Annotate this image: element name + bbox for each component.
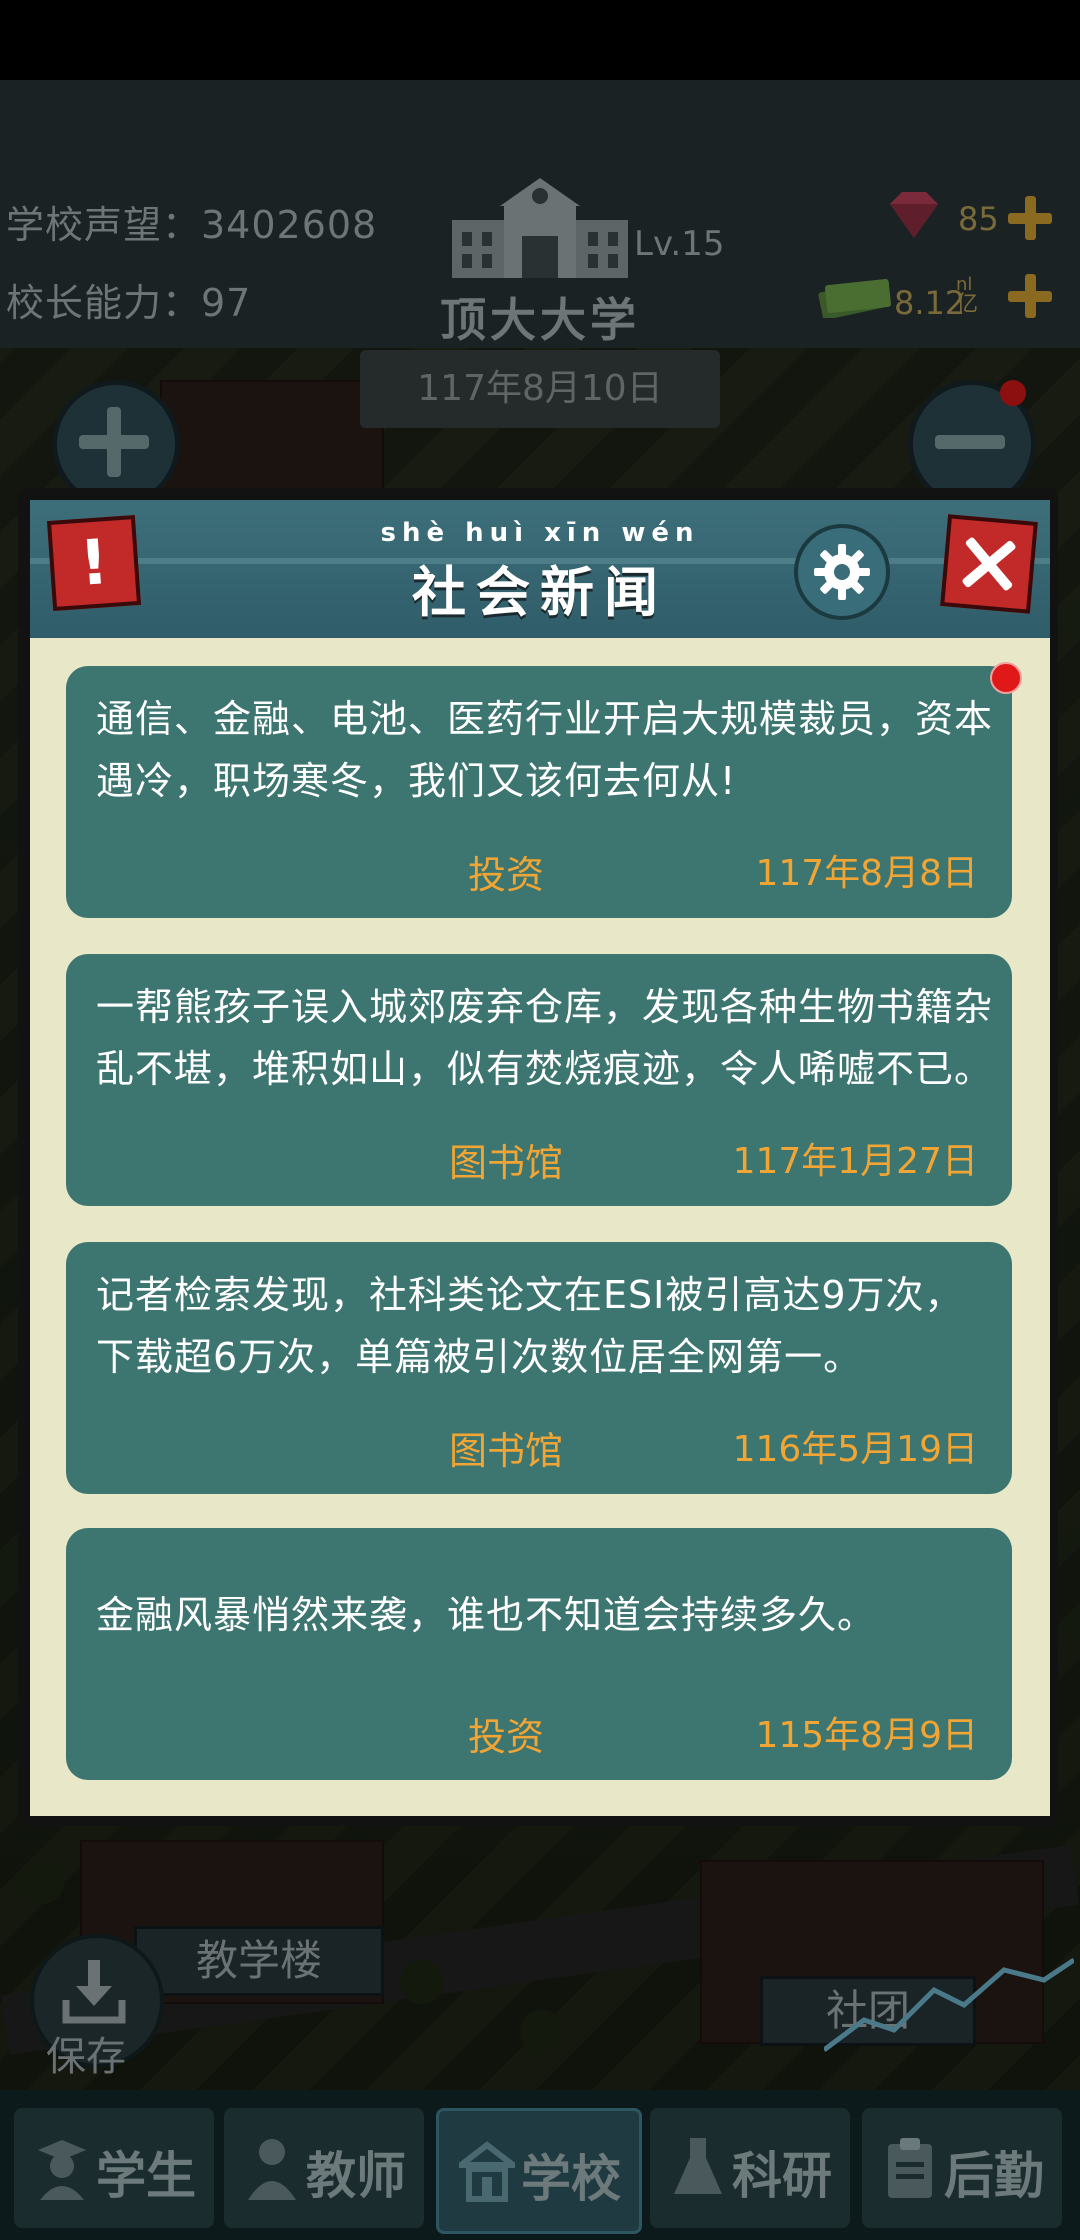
dialog-title-pinyin: shè huì xīn wén [380, 518, 700, 548]
money-amount: 8.12 [894, 284, 966, 322]
save-label: 保存 [46, 2034, 126, 2080]
news-category: 图书馆 [448, 1141, 563, 1185]
game-date: 117年8月10日 [360, 350, 720, 428]
close-button[interactable] [940, 514, 1038, 614]
add-gems-button[interactable] [1008, 196, 1052, 240]
school-level: Lv.15 [634, 224, 725, 264]
tab-label: 后勤 [944, 2147, 1044, 2205]
gem-count: 85 [958, 200, 999, 238]
trend-chart-icon [824, 1957, 1074, 2052]
news-text: 金融风暴悄然来袭，谁也不知道会持续多久。 [96, 1593, 877, 1637]
student-icon [38, 2140, 86, 2200]
tab-logistics[interactable]: 后勤 [862, 2108, 1062, 2228]
tab-research[interactable]: 科研 [650, 2108, 850, 2228]
gem-icon [890, 192, 938, 238]
tab-label: 教师 [306, 2147, 406, 2205]
gear-icon [814, 544, 870, 600]
building-label[interactable]: 教学楼 [134, 1926, 384, 1996]
news-text: 通信、金融、电池、医药行业开启大规模裁员，资本遇冷，职场寒冬，我们又该何去何从! [96, 697, 994, 803]
tab-school[interactable]: 学校 [436, 2108, 642, 2234]
flask-icon [674, 2138, 722, 2194]
news-text: 记者检索发现，社科类论文在ESI被引高达9万次，下载超6万次，单篇被引次数位居全… [96, 1273, 964, 1379]
principal-ability-stat: 校长能力：97 [6, 281, 252, 325]
unread-indicator [990, 662, 1022, 694]
reputation-stat: 学校声望：3402608 [6, 203, 378, 247]
status-bar [0, 0, 1080, 80]
tab-label: 学生 [96, 2147, 196, 2205]
tab-students[interactable]: 学生 [14, 2108, 214, 2228]
tab-teachers[interactable]: 教师 [224, 2108, 424, 2228]
news-card[interactable]: 一帮熊孩子误入城郊废弃仓库，发现各种生物书籍杂乱不堪，堆积如山，似有焚烧痕迹，令… [66, 954, 1012, 1206]
school-icon [459, 2141, 515, 2202]
news-date: 116年5月19日 [732, 1429, 978, 1470]
download-icon [62, 1960, 126, 2024]
cash-icon [818, 279, 891, 318]
news-card[interactable]: 金融风暴悄然来袭，谁也不知道会持续多久。 投资 115年8月9日 [66, 1528, 1012, 1780]
money-unit-bottom: 亿 [956, 292, 979, 317]
dialog-title: 社会新闻 [412, 560, 668, 624]
school-building-icon [452, 178, 628, 278]
notification-dot [1000, 380, 1026, 406]
tab-label: 科研 [732, 2147, 832, 2205]
news-date: 117年1月27日 [732, 1141, 978, 1182]
news-date: 115年8月9日 [755, 1715, 978, 1756]
news-card[interactable]: 记者检索发现，社科类论文在ESI被引高达9万次，下载超6万次，单篇被引次数位居全… [66, 1242, 1012, 1494]
clipboard-icon [888, 2138, 932, 2198]
alert-button[interactable]: ! [46, 515, 142, 611]
news-category: 投资 [467, 853, 544, 897]
school-name: 顶大大学 [440, 293, 640, 347]
news-date: 117年8月8日 [755, 853, 978, 894]
teacher-icon [248, 2139, 296, 2200]
news-text: 一帮熊孩子误入城郊废弃仓库，发现各种生物书籍杂乱不堪，堆积如山，似有焚烧痕迹，令… [96, 985, 994, 1091]
tab-label: 学校 [521, 2150, 621, 2208]
news-card[interactable]: 通信、金融、电池、医药行业开启大规模裁员，资本遇冷，职场寒冬，我们又该何去何从!… [66, 666, 1012, 918]
news-category: 投资 [467, 1715, 544, 1759]
add-money-button[interactable] [1008, 274, 1052, 318]
settings-button[interactable] [794, 524, 890, 620]
news-category: 图书馆 [448, 1429, 563, 1473]
